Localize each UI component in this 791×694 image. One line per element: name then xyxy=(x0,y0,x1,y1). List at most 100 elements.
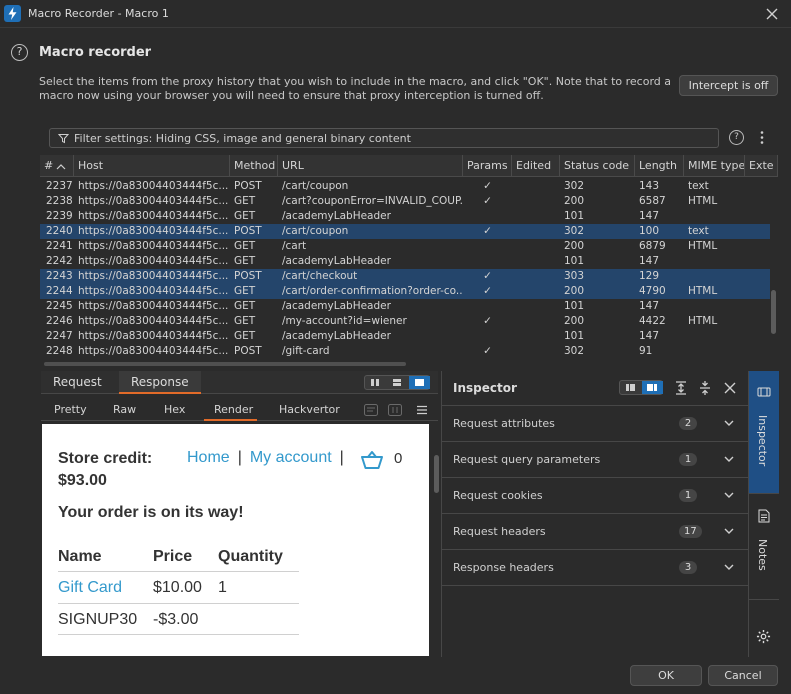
tab-response[interactable]: Response xyxy=(119,371,201,394)
tab-pretty[interactable]: Pretty xyxy=(54,399,87,421)
cell-num: 2239 xyxy=(46,210,73,222)
column-header-length[interactable]: Length xyxy=(635,155,684,177)
table-row[interactable]: 2237 https://0a83004403444f5c... POST/cart… xyxy=(40,179,770,194)
cell-edited xyxy=(512,194,560,209)
filter-bar[interactable]: Filter settings: Hiding CSS, image and g… xyxy=(49,128,719,148)
column-header-url[interactable]: URL xyxy=(278,155,463,177)
table-row[interactable]: 2241 https://0a83004403444f5c... GET/cart 2… xyxy=(40,239,770,254)
cancel-button[interactable]: Cancel xyxy=(708,665,778,686)
cell-params xyxy=(463,209,512,224)
layout-tabs-icon[interactable] xyxy=(409,376,430,389)
tab-request[interactable]: Request xyxy=(41,371,114,394)
kebab-menu-icon[interactable] xyxy=(759,130,765,145)
order-item-name: SIGNUP30 xyxy=(58,611,138,628)
table-row[interactable]: 2246 https://0a83004403444f5c... GET/my-ac… xyxy=(40,314,770,329)
filter-help-icon[interactable]: ? xyxy=(729,130,744,145)
cell-params: ✓ xyxy=(483,345,492,357)
inspector-layout-list-icon[interactable] xyxy=(620,381,641,394)
tab-hackvertor[interactable]: Hackvertor xyxy=(279,399,340,421)
chevron-down-icon[interactable] xyxy=(724,527,734,535)
cell-length: 6587 xyxy=(639,195,666,207)
inspector-section[interactable]: Request query parameters 1 xyxy=(442,442,749,478)
message-tabs: Request Response xyxy=(41,371,438,394)
inspector-section[interactable]: Response headers 3 xyxy=(442,550,749,586)
nav-home-link[interactable]: Home xyxy=(187,449,230,466)
cell-status: 200 xyxy=(564,285,585,297)
layout-split-horizontal-icon[interactable] xyxy=(387,376,408,389)
cart-icon[interactable] xyxy=(360,450,384,470)
column-header-params[interactable]: Params xyxy=(463,155,512,177)
cell-host: https://0a83004403444f5c... xyxy=(78,330,229,342)
rail-tab-inspector[interactable]: Inspector xyxy=(749,371,779,493)
tab-render[interactable]: Render xyxy=(204,399,257,421)
table-row[interactable]: 2243 https://0a83004403444f5c... POST/cart… xyxy=(40,269,770,284)
cell-edited xyxy=(512,209,560,224)
tab-hex[interactable]: Hex xyxy=(164,399,185,421)
table-row[interactable]: 2248 https://0a83004403444f5c... POST/gift… xyxy=(40,344,770,359)
nav-my-account-link[interactable]: My account xyxy=(250,449,332,466)
nav-separator: | xyxy=(237,449,242,466)
newline-icon[interactable] xyxy=(388,404,402,416)
chevron-down-icon[interactable] xyxy=(724,419,734,427)
inspector-section-count: 1 xyxy=(679,453,697,466)
tab-raw[interactable]: Raw xyxy=(113,399,136,421)
table-row[interactable]: 2240 https://0a83004403444f5c... POST/cart… xyxy=(40,224,770,239)
inspector-section-count: 1 xyxy=(679,489,697,502)
cell-host: https://0a83004403444f5c... xyxy=(78,210,229,222)
table-row[interactable]: 2245 https://0a83004403444f5c... GET/acade… xyxy=(40,299,770,314)
chevron-down-icon[interactable] xyxy=(724,563,734,571)
ok-button[interactable]: OK xyxy=(630,665,702,686)
inspector-section[interactable]: Request headers 17 xyxy=(442,514,749,550)
chevron-down-icon[interactable] xyxy=(724,455,734,463)
cell-num: 2248 xyxy=(46,345,73,357)
gear-icon[interactable] xyxy=(756,629,771,644)
cell-num: 2241 xyxy=(46,240,73,252)
cell-status: 303 xyxy=(564,270,585,282)
table-row[interactable]: 2239 https://0a83004403444f5c... GET/acade… xyxy=(40,209,770,224)
table-row[interactable]: 2242 https://0a83004403444f5c... GET/acade… xyxy=(40,254,770,269)
table-row[interactable]: 2244 https://0a83004403444f5c... GET/cart/… xyxy=(40,284,770,299)
column-header-edited[interactable]: Edited xyxy=(512,155,560,177)
help-icon[interactable]: ? xyxy=(11,44,28,61)
cell-method: POST xyxy=(234,225,262,237)
cell-edited xyxy=(512,224,560,239)
collapse-all-icon[interactable] xyxy=(697,380,713,396)
cell-edited xyxy=(512,254,560,269)
column-header-extension[interactable]: Exte xyxy=(745,155,778,177)
close-inspector-icon[interactable] xyxy=(722,380,738,396)
cell-host: https://0a83004403444f5c... xyxy=(78,225,229,237)
render-mode-tabs: Pretty Raw Hex Render Hackvertor xyxy=(41,399,438,421)
column-header-host[interactable]: Host xyxy=(74,155,230,177)
cell-host: https://0a83004403444f5c... xyxy=(78,285,229,297)
inspector-section[interactable]: Request attributes 2 xyxy=(442,406,749,442)
layout-split-vertical-icon[interactable] xyxy=(365,376,386,389)
table-vertical-scrollbar[interactable] xyxy=(771,290,776,334)
inspector-section[interactable]: Request cookies 1 xyxy=(442,478,749,514)
column-header-mime-type[interactable]: MIME type xyxy=(684,155,745,177)
cell-mime: text xyxy=(688,225,709,237)
proxy-history-table[interactable]: # Host Method URL Params Edited Status c… xyxy=(40,155,778,362)
column-header-status-code[interactable]: Status code xyxy=(560,155,635,177)
table-horizontal-scrollbar[interactable] xyxy=(44,362,406,366)
close-icon[interactable] xyxy=(763,5,781,23)
hamburger-menu-icon[interactable] xyxy=(416,404,428,416)
chevron-down-icon[interactable] xyxy=(724,491,734,499)
table-row[interactable]: 2238 https://0a83004403444f5c... GET/cart?… xyxy=(40,194,770,209)
table-row[interactable]: 2247 https://0a83004403444f5c... GET/acade… xyxy=(40,329,770,344)
inspector-section-count: 2 xyxy=(679,417,697,430)
store-credit-value: $93.00 xyxy=(58,472,107,489)
rail-inspector-label: Inspector xyxy=(756,415,769,467)
intercept-toggle-button[interactable]: Intercept is off xyxy=(679,75,778,96)
rail-tab-notes[interactable]: Notes xyxy=(749,499,779,579)
column-header-method[interactable]: Method xyxy=(230,155,278,177)
render-scrollbar[interactable] xyxy=(434,455,439,493)
wrap-lines-icon[interactable] xyxy=(364,404,378,416)
order-item-price: $10.00 xyxy=(153,579,202,596)
cell-num: 2245 xyxy=(46,300,73,312)
order-item-name[interactable]: Gift Card xyxy=(58,579,122,597)
page-title: Macro recorder xyxy=(39,45,152,60)
inspector-layout-panel-icon[interactable] xyxy=(642,381,663,394)
inspector-layout-toggle xyxy=(619,380,663,395)
expand-all-icon[interactable] xyxy=(673,380,689,396)
column-header-number[interactable]: # xyxy=(40,155,74,177)
